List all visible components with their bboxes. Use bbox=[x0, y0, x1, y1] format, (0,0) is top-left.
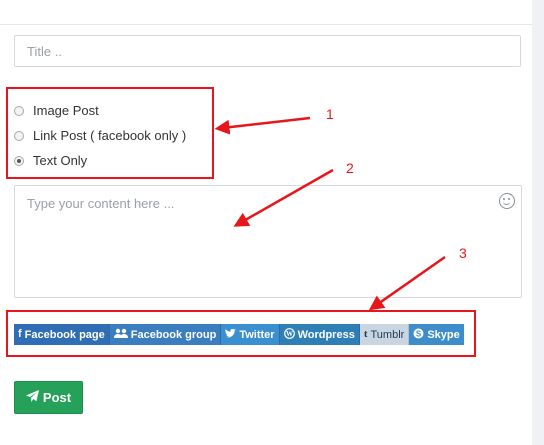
annotation-number-3: 3 bbox=[459, 245, 467, 261]
compose-panel: Image Post Link Post ( facebook only ) T… bbox=[0, 0, 532, 445]
annotation-number-1: 1 bbox=[326, 106, 334, 122]
annotation-arrows bbox=[214, 116, 446, 311]
annotation-number-2: 2 bbox=[346, 160, 354, 176]
